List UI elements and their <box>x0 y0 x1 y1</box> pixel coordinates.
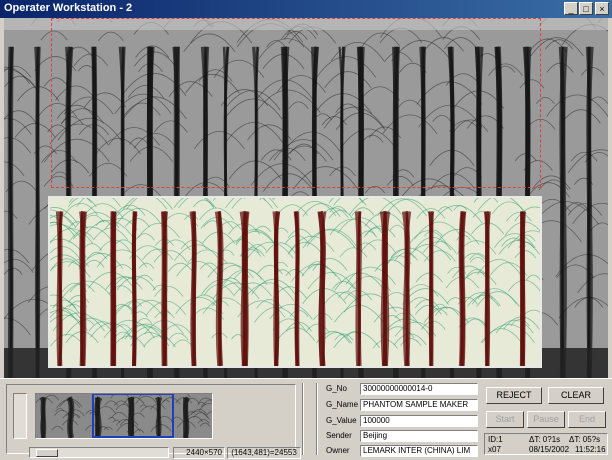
sender-field[interactable]: Beijing <box>360 430 478 442</box>
scrollbar-thumb[interactable] <box>36 449 58 457</box>
clear-button[interactable]: CLEAR <box>548 387 604 404</box>
color-zoom-inset[interactable] <box>48 196 542 368</box>
panel-divider <box>302 383 304 455</box>
delta-time-1: ΔT: 0?1s <box>529 435 561 444</box>
color-zoom-image <box>50 198 540 366</box>
g-no-label: G_No <box>326 384 347 393</box>
scan-date: 08/15/2002 <box>529 445 570 454</box>
thumbnail-panel: 2440×570 (1643,481)=24553 <box>6 384 301 459</box>
g-value-field[interactable]: 100000 <box>360 415 478 427</box>
g-name-label: G_Name <box>326 400 359 409</box>
end-button[interactable]: End <box>568 411 606 428</box>
g-name-field[interactable]: PHANTOM SAMPLE MAKER <box>360 399 478 411</box>
owner-field[interactable]: LEMARK INTER (CHINA) LIM <box>360 445 478 457</box>
close-button[interactable]: × <box>595 2 609 15</box>
thumbnail-image <box>36 394 212 438</box>
title-bar: Operater Workstation - 2 _ □ × <box>0 0 612 18</box>
pause-button[interactable]: Pause <box>527 411 565 428</box>
scan-info-panel: ID:1 ΔT: 0?1s ΔT: 05?s x07 08/15/2002 11… <box>484 433 608 455</box>
control-panel: 2440×570 (1643,481)=24553 G_No 300000000… <box>0 378 612 460</box>
g-no-field[interactable]: 30000000000014-0 <box>360 383 478 395</box>
sender-label: Sender <box>326 431 352 440</box>
window-title: Operater Workstation - 2 <box>4 2 133 14</box>
vertical-scrollbar[interactable] <box>13 393 27 439</box>
horizontal-scrollbar[interactable] <box>29 447 169 458</box>
g-value-label: G_Value <box>326 416 357 425</box>
scan-id: ID:1 <box>488 435 503 444</box>
minimize-button[interactable]: _ <box>564 2 578 15</box>
reject-button[interactable]: REJECT <box>486 387 542 404</box>
delta-time-2: ΔT: 05?s <box>569 435 601 444</box>
panel-divider <box>316 383 318 455</box>
xray-viewer[interactable] <box>4 18 608 378</box>
image-size-status: 2440×570 <box>173 447 225 459</box>
pixel-value-status: (1643,481)=24553 <box>227 447 301 459</box>
start-button[interactable]: Start <box>486 411 524 428</box>
maximize-button[interactable]: □ <box>579 2 593 15</box>
zoom-selection-frame[interactable] <box>51 18 541 188</box>
owner-label: Owner <box>326 446 350 455</box>
thumbnail-preview[interactable] <box>35 393 213 439</box>
scan-code: x07 <box>488 445 501 454</box>
scan-time: 11:52:16 <box>575 445 606 454</box>
